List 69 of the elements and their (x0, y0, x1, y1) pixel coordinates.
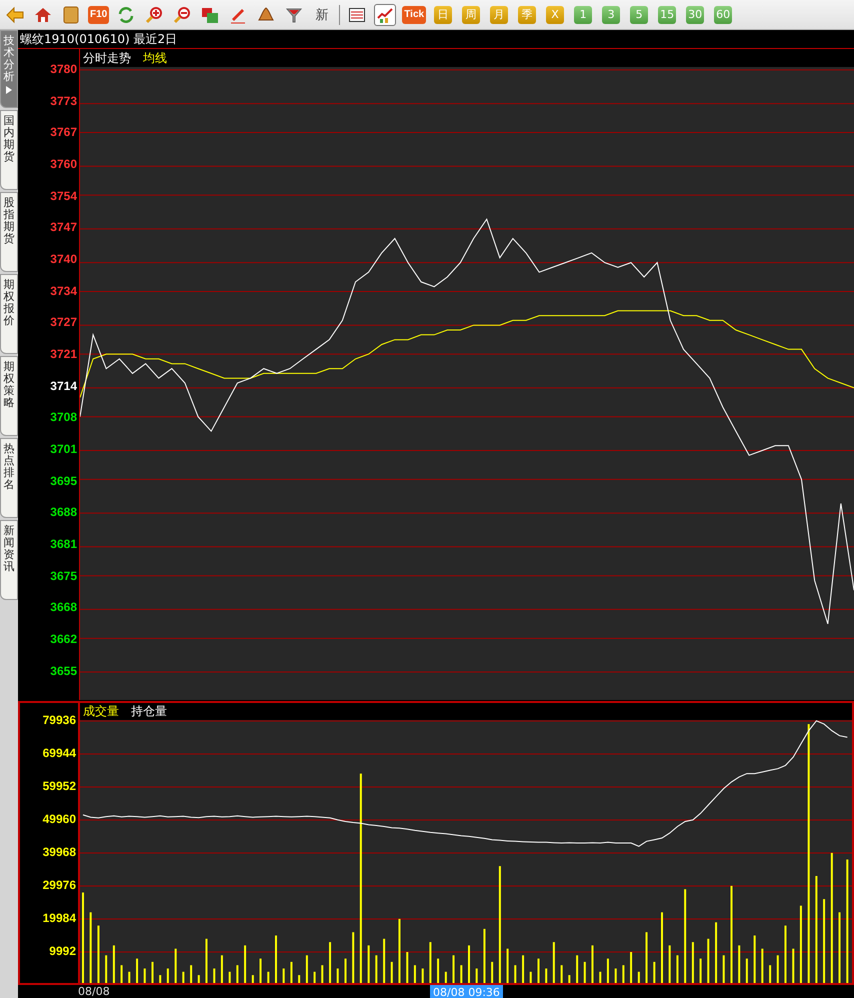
volume-tick-label: 9992 (48, 943, 77, 960)
volume-tick-label: 69944 (42, 745, 77, 762)
home-icon (34, 6, 52, 24)
notebook-icon (62, 6, 80, 24)
volume-tick-label: 19984 (42, 910, 77, 927)
f10-button[interactable]: F10 (88, 6, 110, 24)
refresh-icon (117, 6, 136, 24)
bell-icon (257, 6, 276, 24)
price-tick-label: 3655 (49, 662, 78, 680)
period-button[interactable]: 15 (658, 6, 676, 24)
legend-label: 均线 (143, 50, 167, 66)
new-button[interactable]: 新 (311, 4, 334, 26)
side-tab[interactable]: 期权策略 (0, 356, 18, 436)
windows-icon (201, 6, 220, 24)
volume-tick-label: 79936 (42, 712, 77, 729)
price-tick-label: 3773 (49, 92, 78, 110)
period-button[interactable]: 30 (686, 6, 704, 24)
period-button[interactable]: 3 (602, 6, 620, 24)
filter-icon (285, 6, 304, 24)
side-tab[interactable]: 新闻资讯 (0, 520, 18, 600)
time-label: 08/08 (78, 985, 110, 998)
price-tick-label: 3767 (49, 124, 78, 142)
price-tick-label: 3754 (49, 188, 78, 205)
price-tick-label: 3695 (49, 472, 78, 490)
period-button[interactable]: 日 (434, 6, 452, 24)
period-button[interactable]: 周 (462, 6, 480, 24)
volume-tick-label: 49960 (42, 811, 77, 828)
tick-button[interactable]: Tick (402, 6, 426, 24)
period-button[interactable]: 月 (490, 6, 508, 24)
period-button[interactable]: 5 (630, 6, 648, 24)
side-tab[interactable]: 热点排名 (0, 438, 18, 518)
legend-label: 持仓量 (131, 703, 167, 720)
price-tick-label: 3747 (49, 219, 78, 236)
zoom-out-icon (173, 6, 192, 24)
view-button[interactable] (374, 4, 396, 26)
price-tick-label: 3721 (49, 346, 78, 364)
table-icon (348, 6, 366, 24)
side-tab[interactable]: 技术分析 (0, 30, 18, 108)
price-tick-label: 3708 (49, 409, 78, 426)
volume-tick-label: 59952 (42, 778, 77, 795)
period-button[interactable]: 1 (574, 6, 592, 24)
period-button[interactable]: 季 (518, 6, 536, 24)
price-tick-label: 3740 (49, 251, 78, 268)
period-button[interactable]: X (546, 6, 564, 24)
chart-title: 螺纹1910(010610) 最近2日 (19, 31, 178, 48)
price-tick-label: 3727 (49, 314, 78, 332)
price-tick-label: 3760 (49, 156, 78, 174)
price-tick-label: 3668 (49, 599, 78, 616)
legend-label: 成交量 (83, 703, 119, 720)
price-tick-label: 3675 (49, 568, 78, 585)
price-tick-label: 3714 (49, 378, 78, 395)
zoom-in-icon (145, 6, 164, 24)
price-tick-label: 3734 (49, 282, 78, 300)
cursor-time-label: 08/08 09:36 (430, 985, 503, 998)
price-tick-label: 3780 (49, 61, 78, 78)
legend-label: 分时走势 (83, 50, 131, 66)
price-tick-label: 3681 (49, 536, 78, 554)
side-tab[interactable]: 国内期货 (0, 110, 18, 190)
arrow-right-icon (6, 86, 12, 94)
volume-tick-label: 39968 (42, 844, 77, 861)
price-tick-label: 3688 (49, 504, 78, 522)
chart-icon (376, 6, 394, 24)
volume-tick-label: 29976 (42, 877, 77, 894)
back-arrow-icon (6, 6, 24, 24)
period-button[interactable]: 60 (714, 6, 732, 24)
price-tick-label: 3662 (49, 631, 78, 648)
side-tab[interactable]: 期权报价 (0, 274, 18, 354)
side-tab[interactable]: 股指期货 (0, 192, 18, 272)
price-tick-label: 3701 (49, 441, 78, 458)
